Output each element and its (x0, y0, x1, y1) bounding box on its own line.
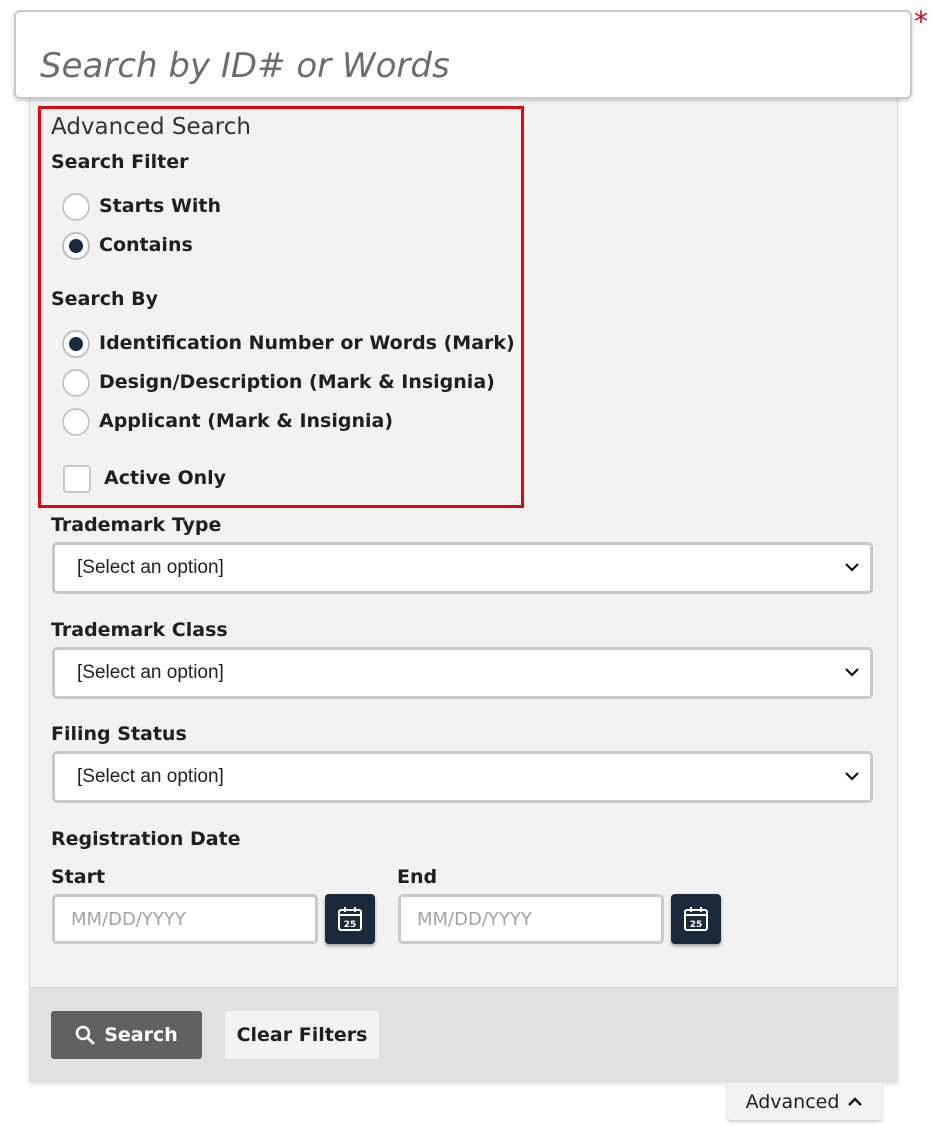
radio-contains-label[interactable]: Contains (99, 234, 193, 256)
radio-identification-number[interactable] (62, 330, 90, 358)
chevron-down-icon (845, 772, 859, 781)
trademark-class-value: [Select an option] (77, 662, 224, 683)
chevron-up-icon (848, 1096, 863, 1106)
advanced-toggle-label: Advanced (745, 1090, 840, 1113)
radio-applicant-label[interactable]: Applicant (Mark & Insignia) (99, 410, 393, 432)
trademark-class-select[interactable]: [Select an option] (52, 647, 873, 699)
active-only-label[interactable]: Active Only (104, 467, 226, 489)
chevron-down-icon (845, 563, 859, 572)
filing-status-value: [Select an option] (77, 766, 224, 787)
required-marker: * (914, 5, 928, 38)
end-calendar-button[interactable]: 25 (671, 894, 721, 944)
chevron-down-icon (845, 668, 859, 677)
radio-identification-number-label[interactable]: Identification Number or Words (Mark) (99, 332, 515, 354)
search-filter-label: Search Filter (51, 151, 189, 173)
radio-starts-with[interactable] (62, 193, 90, 221)
radio-applicant[interactable] (62, 408, 90, 436)
clear-filters-label: Clear Filters (236, 1024, 368, 1046)
advanced-search-title: Advanced Search (51, 114, 251, 140)
calendar-icon: 25 (338, 907, 362, 931)
trademark-type-label: Trademark Type (51, 514, 222, 536)
calendar-icon: 25 (684, 907, 708, 931)
calendar-day-text: 25 (344, 920, 357, 930)
radio-design-description[interactable] (62, 369, 90, 397)
active-only-checkbox[interactable] (63, 465, 91, 493)
registration-date-label: Registration Date (51, 828, 241, 850)
filing-status-label: Filing Status (51, 723, 187, 745)
trademark-class-label: Trademark Class (51, 619, 228, 641)
end-date-input[interactable] (398, 894, 664, 944)
radio-selected-dot (69, 239, 83, 253)
search-button-label: Search (104, 1024, 178, 1046)
clear-filters-button[interactable]: Clear Filters (225, 1011, 379, 1059)
start-date-label: Start (51, 866, 106, 888)
calendar-day-text: 25 (690, 920, 703, 930)
radio-contains[interactable] (62, 232, 90, 260)
search-by-label: Search By (51, 288, 159, 310)
trademark-type-value: [Select an option] (77, 557, 224, 578)
advanced-toggle-button[interactable]: Advanced (727, 1083, 882, 1120)
start-date-input[interactable] (52, 894, 318, 944)
trademark-type-select[interactable]: [Select an option] (52, 542, 873, 594)
search-button[interactable]: Search (51, 1011, 202, 1059)
search-input[interactable] (14, 10, 912, 99)
radio-design-description-label[interactable]: Design/Description (Mark & Insignia) (99, 371, 495, 393)
end-date-label: End (397, 866, 438, 888)
radio-selected-dot (69, 337, 83, 351)
filing-status-select[interactable]: [Select an option] (52, 751, 873, 803)
start-calendar-button[interactable]: 25 (325, 894, 375, 944)
radio-starts-with-label[interactable]: Starts With (99, 195, 221, 217)
search-icon (75, 1025, 95, 1045)
